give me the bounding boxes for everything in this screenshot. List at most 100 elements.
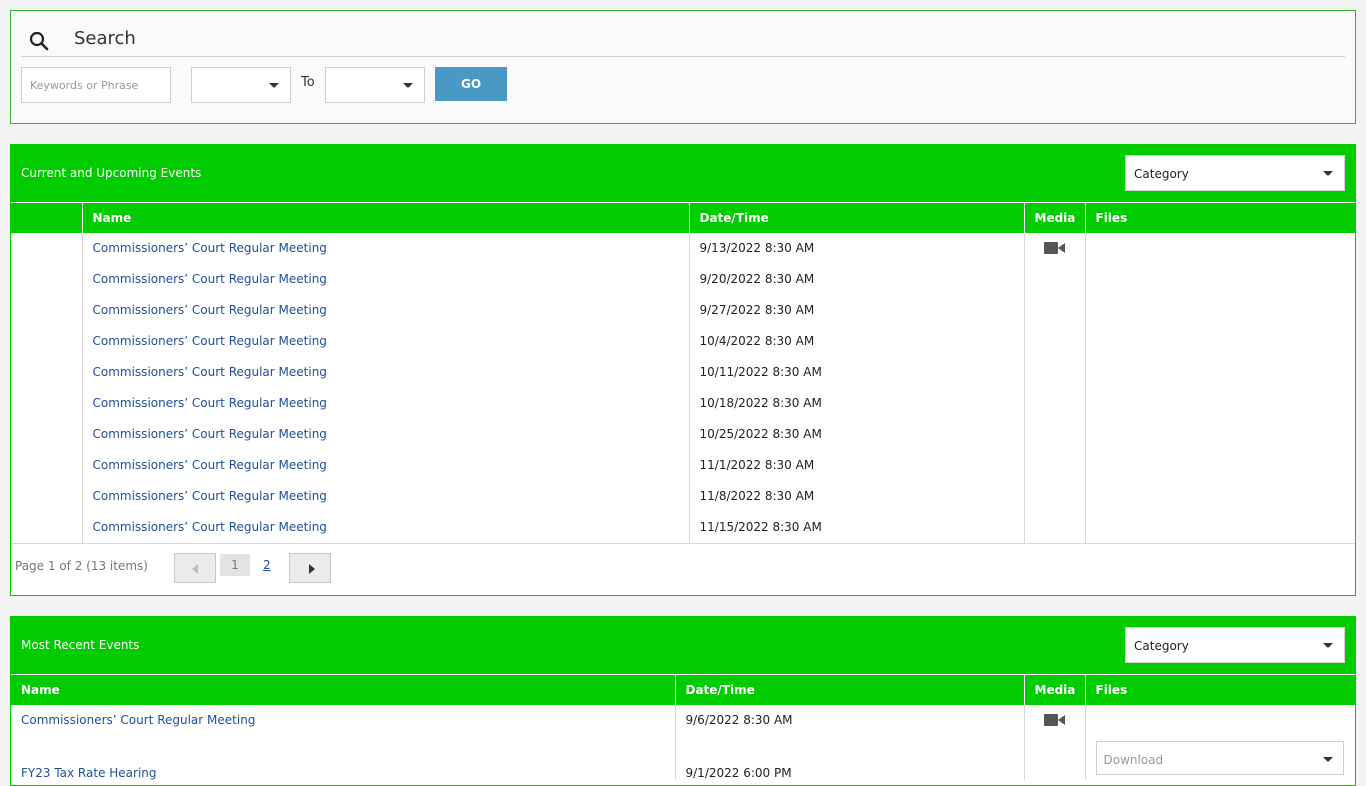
column-header-name[interactable]: Name <box>11 674 675 705</box>
keyword-input[interactable] <box>21 67 171 103</box>
event-link[interactable]: Commissioners’ Court Regular Meeting <box>93 396 327 410</box>
search-header: Search <box>21 25 1345 57</box>
table-row: Commissioners’ Court Regular Meeting 9/2… <box>11 294 1355 326</box>
event-link[interactable]: Commissioners’ Court Regular Meeting <box>93 427 327 441</box>
page-link-2[interactable]: 2 <box>263 558 271 572</box>
event-datetime: 10/11/2022 8:30 AM <box>688 356 1024 388</box>
category-label: Category <box>1134 639 1189 653</box>
event-datetime: 9/13/2022 8:30 AM <box>688 232 1024 264</box>
search-title: Search <box>74 28 136 49</box>
search-icon <box>29 31 49 51</box>
column-header-datetime[interactable]: Date/Time <box>688 202 1024 233</box>
column-header-files[interactable]: Files <box>1084 674 1355 705</box>
table-row: Commissioners’ Court Regular Meeting 11/… <box>11 511 1355 543</box>
files-cell <box>1084 418 1355 450</box>
media-cell <box>1023 704 1085 736</box>
expand-cell <box>11 233 82 264</box>
event-datetime: 10/4/2022 8:30 AM <box>688 325 1024 357</box>
table-row: Commissioners’ Court Regular Meeting 10/… <box>11 325 1355 357</box>
media-cell <box>1023 418 1085 450</box>
media-cell <box>1023 263 1085 295</box>
chevron-left-icon <box>192 563 198 574</box>
download-select[interactable]: Download <box>1095 740 1344 775</box>
table-header-row: Name Date/Time Media Files <box>11 674 1355 705</box>
files-cell <box>1084 356 1355 388</box>
event-datetime: 9/20/2022 8:30 AM <box>688 263 1024 295</box>
files-cell <box>1084 387 1355 419</box>
table-header-row: Name Date/Time Media Files <box>11 202 1355 233</box>
files-cell <box>1084 232 1355 264</box>
media-cell <box>1023 294 1085 326</box>
files-cell <box>1084 704 1355 736</box>
pager-info: Page 1 of 2 (13 items) <box>15 558 148 573</box>
column-header-media[interactable]: Media <box>1023 674 1085 705</box>
event-link[interactable]: Commissioners’ Court Regular Meeting <box>21 713 255 727</box>
media-cell <box>1023 356 1085 388</box>
video-icon[interactable] <box>1043 241 1066 255</box>
media-cell <box>1023 325 1085 357</box>
files-cell <box>1084 480 1355 512</box>
table-row: Commissioners’ Court Regular Meeting 9/6… <box>11 704 1355 736</box>
expand-cell <box>11 419 82 450</box>
table-row: FY23 Tax Rate Hearing 9/1/2022 6:00 PM D… <box>11 735 1355 780</box>
table-row: Commissioners’ Court Regular Meeting 9/1… <box>11 232 1355 264</box>
video-icon[interactable] <box>1043 713 1066 727</box>
pager: Page 1 of 2 (13 items) 1 2 <box>11 542 1355 593</box>
chevron-down-icon <box>1323 171 1333 176</box>
event-link[interactable]: Commissioners’ Court Regular Meeting <box>93 520 327 534</box>
column-header-name[interactable]: Name <box>81 202 689 233</box>
table-row: Commissioners’ Court Regular Meeting 11/… <box>11 480 1355 512</box>
event-link[interactable]: Commissioners’ Court Regular Meeting <box>93 241 327 255</box>
column-header-datetime[interactable]: Date/Time <box>674 674 1024 705</box>
event-datetime: 10/18/2022 8:30 AM <box>688 387 1024 419</box>
expand-column-header <box>11 202 82 233</box>
chevron-down-icon <box>1323 643 1333 648</box>
event-datetime: 11/1/2022 8:30 AM <box>688 449 1024 481</box>
upcoming-events-table: Name Date/Time Media Files Commissioners… <box>11 202 1355 543</box>
recent-category-select[interactable]: Category <box>1125 627 1345 663</box>
current-page-number: 1 <box>220 553 250 576</box>
event-datetime: 9/6/2022 8:30 AM <box>674 704 1024 736</box>
table-row: Commissioners’ Court Regular Meeting 10/… <box>11 418 1355 450</box>
date-to-select[interactable] <box>325 67 425 103</box>
media-cell <box>1023 449 1085 481</box>
files-cell <box>1084 325 1355 357</box>
event-link[interactable]: Commissioners’ Court Regular Meeting <box>93 303 327 317</box>
expand-cell <box>11 388 82 419</box>
search-panel: Search To GO <box>10 10 1356 124</box>
chevron-down-icon <box>269 83 279 88</box>
expand-cell <box>11 295 82 326</box>
files-cell: Download <box>1084 735 1355 780</box>
files-cell <box>1084 294 1355 326</box>
media-cell <box>1023 480 1085 512</box>
event-link[interactable]: Commissioners’ Court Regular Meeting <box>93 334 327 348</box>
event-link[interactable]: Commissioners’ Court Regular Meeting <box>93 272 327 286</box>
column-header-files[interactable]: Files <box>1084 202 1355 233</box>
chevron-right-icon <box>309 563 315 574</box>
event-datetime: 9/27/2022 8:30 AM <box>688 294 1024 326</box>
upcoming-events-header: Current and Upcoming Events Category <box>11 145 1355 202</box>
expand-cell <box>11 512 82 543</box>
download-label: Download <box>1103 752 1164 767</box>
expand-cell <box>11 481 82 512</box>
media-cell <box>1023 232 1085 264</box>
date-from-select[interactable] <box>191 67 291 103</box>
recent-events-table: Name Date/Time Media Files Commissioners… <box>11 674 1355 780</box>
event-link[interactable]: Commissioners’ Court Regular Meeting <box>93 489 327 503</box>
upcoming-category-select[interactable]: Category <box>1125 155 1345 191</box>
go-button[interactable]: GO <box>435 67 507 101</box>
upcoming-events-panel: Current and Upcoming Events Category Nam… <box>10 144 1356 596</box>
prev-page-button[interactable] <box>174 552 216 583</box>
files-cell <box>1084 263 1355 295</box>
expand-cell <box>11 326 82 357</box>
event-datetime: 9/1/2022 6:00 PM <box>674 735 1024 780</box>
media-cell <box>1023 511 1085 543</box>
recent-events-header: Most Recent Events Category <box>11 617 1355 674</box>
expand-cell <box>11 357 82 388</box>
next-page-button[interactable] <box>289 552 331 583</box>
upcoming-events-title: Current and Upcoming Events <box>21 166 202 180</box>
column-header-media[interactable]: Media <box>1023 202 1085 233</box>
event-link[interactable]: Commissioners’ Court Regular Meeting <box>93 365 327 379</box>
table-row: Commissioners’ Court Regular Meeting 11/… <box>11 449 1355 481</box>
event-link[interactable]: Commissioners’ Court Regular Meeting <box>93 458 327 472</box>
